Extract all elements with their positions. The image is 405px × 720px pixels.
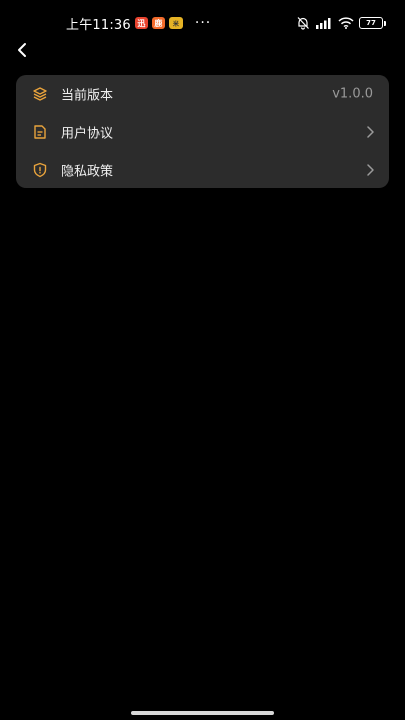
chevron-right-icon [367,163,374,176]
back-button[interactable] [10,38,34,62]
app-notification-icon: 米 [168,17,183,29]
battery-icon: 77 [359,17,386,29]
version-row: 当前版本 v1.0.0 [16,75,389,112]
app-notification-icon: 鹿 [151,17,165,29]
user-agreement-label: 用户协议 [61,126,114,141]
battery-level: 77 [366,19,376,27]
privacy-policy-row[interactable]: 隐私政策 [16,151,389,188]
more-notifications-icon: ··· [194,15,212,31]
layers-icon [33,86,47,101]
status-right: 77 [296,14,386,32]
settings-card: 当前版本 v1.0.0 用户协议 隐私政策 [16,75,389,188]
document-icon [34,124,46,139]
status-time: 上午11:36 [66,17,131,33]
signal-icon [316,18,331,29]
user-agreement-row[interactable]: 用户协议 [16,113,389,150]
status-left: 上午11:36 迅 鹿 米 ··· [66,14,212,33]
version-label: 当前版本 [61,88,114,103]
wifi-icon [338,17,354,29]
chevron-left-icon [18,43,26,57]
status-bar: 上午11:36 迅 鹿 米 ··· 77 [0,0,405,44]
home-indicator[interactable] [131,711,274,715]
app-notification-icon: 迅 [134,17,148,29]
version-value: v1.0.0 [332,86,373,101]
shield-icon [33,162,47,177]
privacy-policy-label: 隐私政策 [61,164,114,179]
bell-off-icon [297,17,309,30]
chevron-right-icon [367,125,374,138]
